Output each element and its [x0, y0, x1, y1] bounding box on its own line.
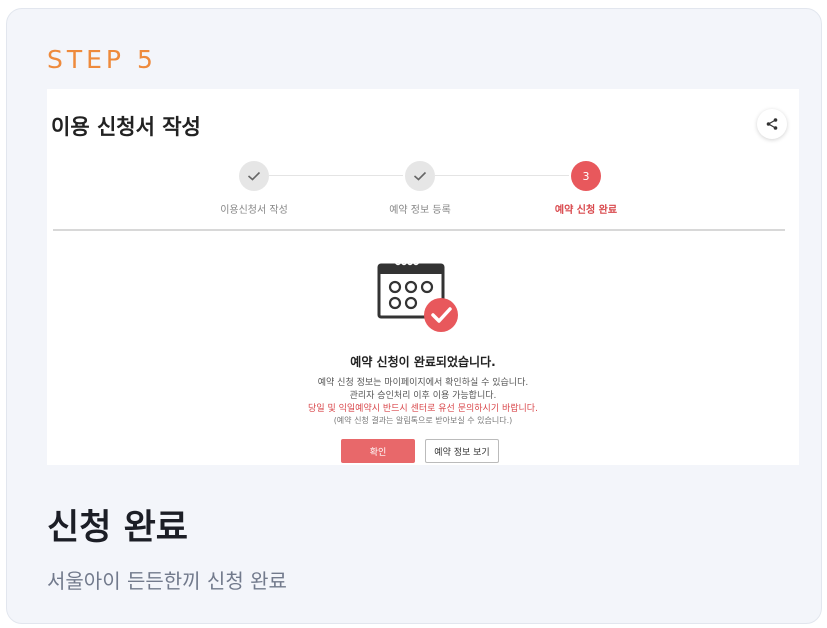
card-title: 신청 완료 [47, 508, 188, 548]
step-1-label: 이용신청서 작성 [220, 205, 288, 216]
step-1-check-icon [239, 161, 269, 191]
view-reservation-button[interactable]: 예약 정보 보기 [425, 439, 499, 463]
screenshot-preview: 이용 신청서 작성 이용신청서 작성 예약 정보 등록 3 예약 신청 완료 예… [47, 89, 799, 465]
stepper-connector [269, 175, 403, 176]
card-subtitle: 서울아이 든든한끼 신청 완료 [47, 569, 287, 593]
divider [53, 229, 785, 231]
step-label: STEP 5 [47, 45, 157, 74]
step-card: STEP 5 이용 신청서 작성 이용신청서 작성 예약 정보 등록 3 예약 … [6, 8, 822, 624]
info-line-4: (예약 신청 결과는 알림톡으로 받아보실 수 있습니다.) [333, 416, 513, 425]
info-line-1: 예약 신청 정보는 마이페이지에서 확인하실 수 있습니다. [317, 378, 529, 388]
share-button[interactable] [757, 109, 787, 139]
confirm-button[interactable]: 확인 [341, 439, 415, 463]
step-2-check-icon [405, 161, 435, 191]
step-2-label: 예약 정보 등록 [389, 205, 451, 216]
progress-stepper: 이용신청서 작성 예약 정보 등록 3 예약 신청 완료 [47, 159, 799, 219]
share-icon [766, 118, 778, 130]
step-3-label: 예약 신청 완료 [554, 205, 618, 216]
stepper-connector [435, 175, 569, 176]
calendar-check-icon [373, 259, 465, 339]
complete-message: 예약 신청이 완료되었습니다. [350, 355, 496, 369]
step-3-number: 3 [571, 161, 601, 191]
screenshot-page-title: 이용 신청서 작성 [51, 115, 201, 139]
info-line-2: 관리자 승인처리 이후 이용 가능합니다. [349, 391, 497, 401]
info-line-3-warning: 당일 및 익일예약시 반드시 센터로 유선 문의하시기 바랍니다. [308, 404, 538, 414]
